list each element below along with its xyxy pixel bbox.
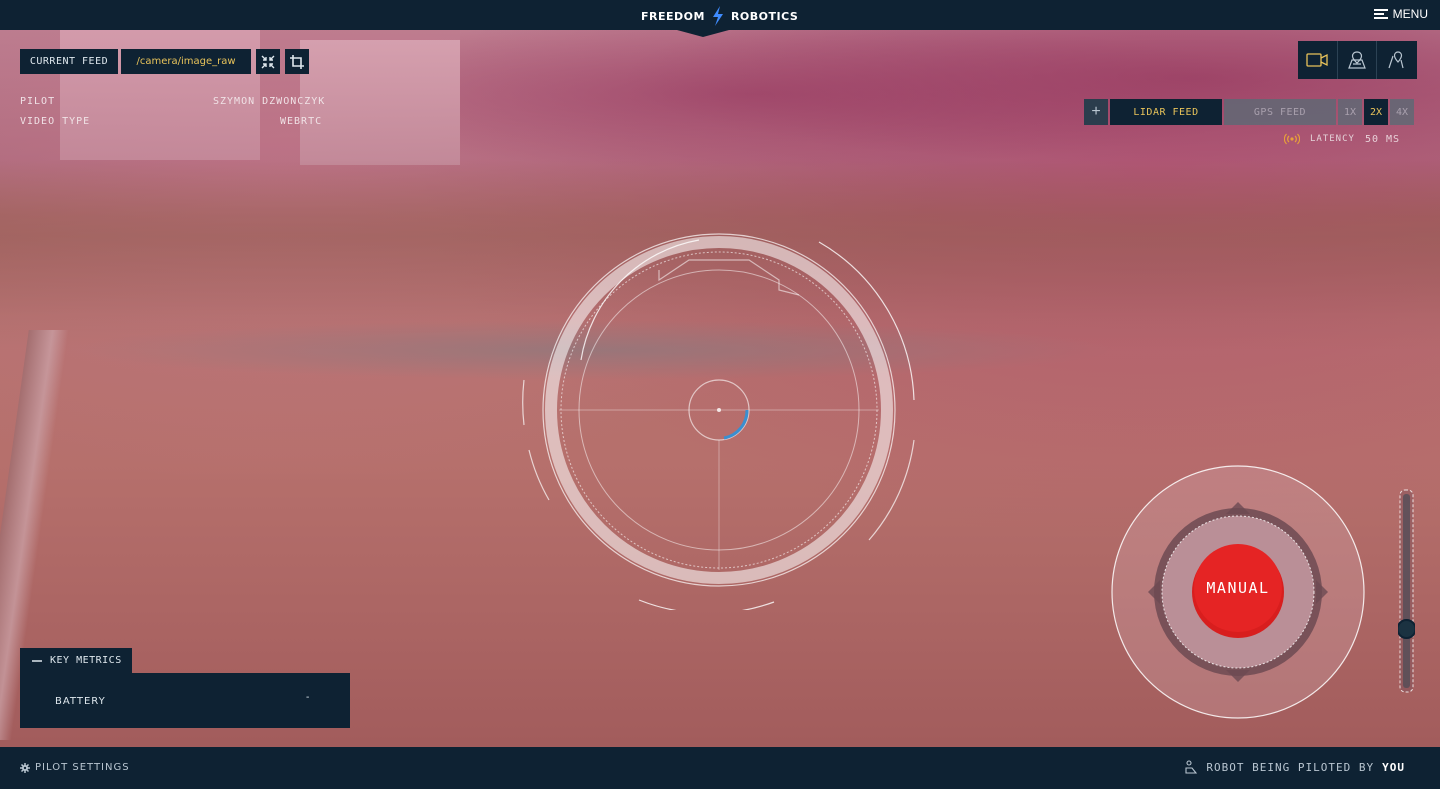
pilot-settings-label: PILOT SETTINGS xyxy=(35,762,130,773)
current-feed-selector[interactable]: /camera/image_raw xyxy=(121,49,251,74)
key-metrics-panel: BATTERY - xyxy=(20,673,350,728)
signal-icon xyxy=(1284,133,1300,145)
hamburger-icon xyxy=(1373,9,1388,19)
video-type-value: WEBRTC xyxy=(280,116,323,127)
menu-button[interactable]: MENU xyxy=(1373,7,1428,21)
pilot-label: PILOT xyxy=(20,96,56,107)
gear-icon xyxy=(20,762,30,773)
minus-icon xyxy=(32,659,42,662)
location-view-button[interactable] xyxy=(1377,41,1417,79)
camera-view-button[interactable] xyxy=(1298,41,1338,79)
lightning-bolt-icon xyxy=(712,6,723,26)
piloted-by-label: ROBOT BEING PILOTED BY xyxy=(1206,760,1375,774)
piloted-by-value: YOU xyxy=(1382,760,1405,774)
brand-logo[interactable]: FREEDOM ROBOTICS xyxy=(641,6,798,26)
speed-slider[interactable] xyxy=(1396,489,1417,693)
map-pin-icon xyxy=(1388,51,1404,69)
video-type-label: VIDEO TYPE xyxy=(20,116,91,127)
brand-name-right: ROBOTICS xyxy=(730,9,799,23)
joystick-control[interactable]: MANUAL xyxy=(1108,462,1368,722)
view-switcher xyxy=(1298,41,1417,79)
zoom-4x-button[interactable]: 4X xyxy=(1390,99,1414,125)
fit-screen-button[interactable] xyxy=(256,49,280,74)
key-metrics-toggle[interactable]: KEY METRICS xyxy=(20,648,132,673)
zoom-2x-button[interactable]: 2X xyxy=(1364,99,1388,125)
crop-icon xyxy=(290,54,304,69)
zoom-1x-button[interactable]: 1X xyxy=(1338,99,1362,125)
brand-notch xyxy=(677,30,729,37)
lidar-feed-button[interactable]: LIDAR FEED xyxy=(1110,99,1222,125)
map-view-button[interactable] xyxy=(1338,41,1378,79)
pilot-icon xyxy=(1185,760,1198,774)
feed-toggle-bar: + LIDAR FEED GPS FEED 1X 2X 4X xyxy=(1084,99,1417,125)
brand-name-left: FREEDOM xyxy=(641,9,705,23)
key-metrics-label: KEY METRICS xyxy=(50,655,122,666)
latency-label: LATENCY xyxy=(1310,134,1355,144)
latency-value: 50 MS xyxy=(1364,133,1401,145)
map-icon xyxy=(1348,51,1366,69)
current-feed-label: CURRENT FEED xyxy=(20,49,118,74)
compress-icon xyxy=(261,55,275,68)
manual-mode-label[interactable]: MANUAL xyxy=(1108,579,1368,597)
bottom-bar: PILOT SETTINGS ROBOT BEING PILOTED BY YO… xyxy=(0,747,1440,789)
latency-indicator: LATENCY 50 MS xyxy=(1284,133,1400,145)
add-feed-button[interactable]: + xyxy=(1084,99,1108,125)
menu-label: MENU xyxy=(1392,7,1428,21)
pilot-settings-button[interactable]: PILOT SETTINGS xyxy=(20,762,130,773)
gps-feed-button[interactable]: GPS FEED xyxy=(1224,99,1336,125)
slider-graphic xyxy=(1396,489,1417,693)
top-bar: FREEDOM ROBOTICS MENU xyxy=(0,0,1440,30)
piloted-by-status: ROBOT BEING PILOTED BY YOU xyxy=(1184,760,1405,774)
crop-button[interactable] xyxy=(285,49,309,74)
battery-label: BATTERY xyxy=(55,696,106,707)
targeting-reticle xyxy=(522,233,915,610)
battery-value: - xyxy=(306,692,310,703)
pilot-value: SZYMON DZWONCZYK xyxy=(213,96,326,107)
video-camera-icon xyxy=(1306,53,1328,67)
